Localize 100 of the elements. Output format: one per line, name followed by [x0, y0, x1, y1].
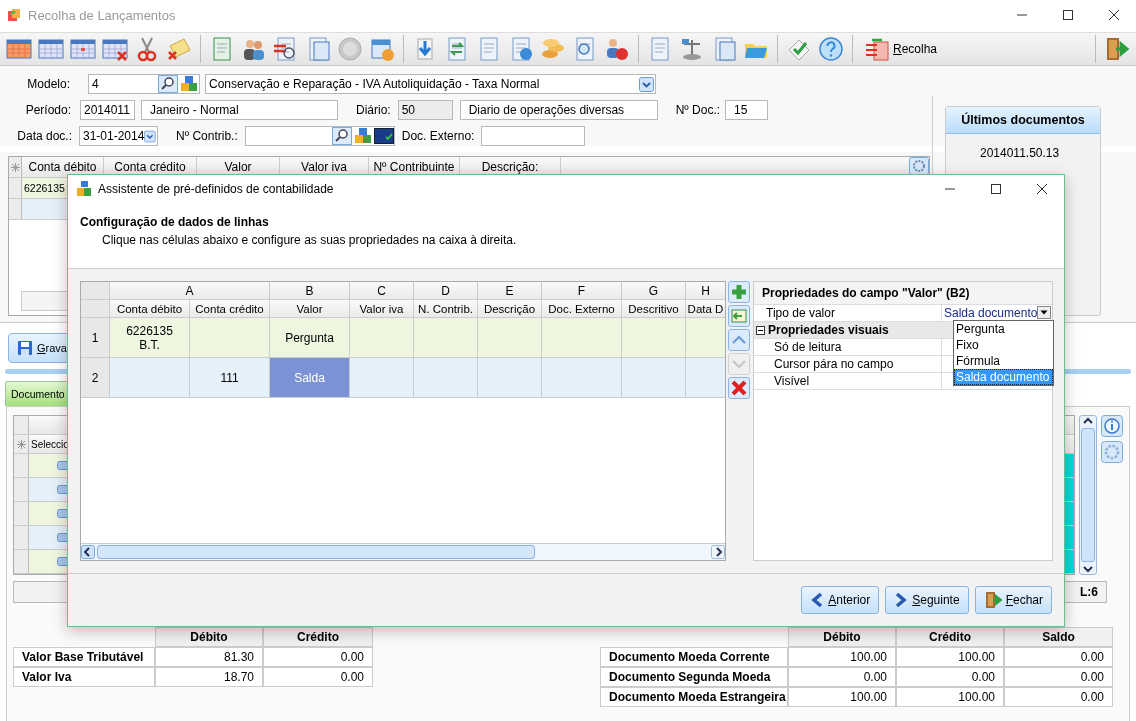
table-cell[interactable]: [414, 358, 478, 398]
column-header[interactable]: Doc. Externo: [542, 300, 622, 318]
back-button[interactable]: Anterior: [801, 586, 880, 614]
dropdown-option[interactable]: Pergunta: [954, 321, 1053, 337]
column-letter[interactable]: A: [110, 282, 270, 300]
help-icon[interactable]: [818, 36, 844, 62]
next-button[interactable]: Seguinte: [885, 586, 969, 614]
table-delete-icon[interactable]: [102, 36, 128, 62]
table-cell[interactable]: [542, 358, 622, 398]
column-header[interactable]: Data D: [686, 300, 725, 318]
value-type-dropdown[interactable]: Salda documento: [942, 305, 1052, 321]
column-header[interactable]: Descritivo: [622, 300, 686, 318]
column-letter[interactable]: C: [350, 282, 414, 300]
dropdown-icon[interactable]: [144, 128, 156, 144]
row-label: Documento Moeda Corrente: [600, 647, 788, 667]
vertical-scrollbar[interactable]: [1079, 415, 1097, 575]
period-field[interactable]: 2014011: [80, 100, 135, 120]
move-up-icon[interactable]: [728, 329, 750, 351]
close-button[interactable]: Fechar: [974, 586, 1052, 614]
arrow-left-icon: [810, 592, 825, 608]
column-letter[interactable]: H: [686, 282, 725, 300]
column-letter[interactable]: B: [270, 282, 350, 300]
document-number-field[interactable]: 15: [725, 100, 769, 120]
table-cell: 18.70: [155, 667, 263, 687]
delete-icon[interactable]: [728, 377, 750, 399]
row-label: Documento Segunda Moeda: [600, 667, 788, 687]
app-icon: [6, 7, 22, 23]
row-label: Valor Base Tributável: [13, 647, 155, 667]
settings-icon[interactable]: [1101, 441, 1123, 463]
cubes-icon: [76, 181, 92, 197]
column-header[interactable]: Valor iva: [350, 300, 414, 318]
exit-door-icon[interactable]: [1104, 36, 1130, 62]
column-header[interactable]: Conta débito: [110, 300, 190, 318]
info-icon[interactable]: [1101, 415, 1123, 437]
model-description-field[interactable]: Conservação e Reparação - IVA Autoliquidação - Taxa Normal: [205, 74, 656, 94]
arrow-right-icon[interactable]: [711, 545, 725, 559]
dropdown-icon[interactable]: [1037, 306, 1051, 319]
field-label: Data doc.:: [16, 129, 72, 143]
table-cell[interactable]: [110, 358, 190, 398]
arrow-down-icon[interactable]: [1081, 564, 1096, 574]
column-header[interactable]: N. Contrib.: [414, 300, 478, 318]
line-count: L:6: [1080, 585, 1098, 599]
horizontal-scrollbar[interactable]: [81, 543, 725, 560]
column-header[interactable]: Seleccio: [29, 438, 69, 450]
column-header[interactable]: Conta crédito: [190, 300, 270, 318]
flag-icon[interactable]: [373, 127, 394, 145]
table-cell[interactable]: [350, 358, 414, 398]
header-corner: [81, 282, 110, 300]
table-cell: 81.30: [155, 647, 263, 667]
close-icon[interactable]: [1036, 183, 1048, 195]
cubes-icon[interactable]: [179, 75, 199, 93]
row-label: Valor Iva: [13, 667, 155, 687]
table-icon[interactable]: [38, 36, 64, 62]
settings-icon[interactable]: [909, 157, 929, 175]
calendar-icon[interactable]: [369, 36, 395, 62]
recolha-button[interactable]: Recolha: [861, 36, 942, 62]
table-cell[interactable]: [478, 358, 542, 398]
table-icon[interactable]: [70, 36, 96, 62]
column-letter[interactable]: E: [478, 282, 542, 300]
collapse-icon[interactable]: [756, 325, 765, 335]
date-field[interactable]: 31-01-2014: [79, 126, 158, 146]
row-label: Documento Moeda Estrangeira: [600, 687, 788, 707]
table-cell: 100.00: [788, 647, 896, 667]
dropdown-option[interactable]: Fixo: [954, 337, 1053, 353]
dropdown-icon[interactable]: [639, 76, 654, 92]
external-document-field[interactable]: [481, 126, 586, 146]
column-letter[interactable]: D: [414, 282, 478, 300]
model-field[interactable]: 4: [88, 74, 200, 94]
table-cell: 0.00: [263, 667, 373, 687]
period-description-field: Janeiro - Normal: [141, 100, 338, 120]
add-icon[interactable]: [728, 281, 750, 303]
arrow-right-icon: [894, 592, 909, 608]
cubes-icon[interactable]: [352, 127, 373, 145]
column-letter[interactable]: F: [542, 282, 622, 300]
search-icon[interactable]: [158, 75, 178, 93]
coin-icon[interactable]: [337, 36, 363, 62]
arrow-left-icon[interactable]: [81, 545, 95, 559]
recent-document-item[interactable]: 2014011.50.13: [946, 134, 1100, 160]
column-header[interactable]: Valor: [270, 300, 350, 318]
section-heading: Configuração de dados de linhas: [80, 215, 270, 229]
people-coin-icon[interactable]: [604, 36, 630, 62]
field-label: Nº Doc.:: [675, 103, 721, 117]
table-cell: 0.00: [263, 647, 373, 667]
search-icon[interactable]: [331, 127, 352, 145]
dropdown-option[interactable]: Fórmula: [954, 353, 1053, 369]
property-label: Só de leitura: [754, 339, 942, 355]
column-header[interactable]: Descrição: [478, 300, 542, 318]
column-letter[interactable]: G: [622, 282, 686, 300]
close-icon[interactable]: [1108, 9, 1120, 21]
maximize-icon[interactable]: [1062, 9, 1074, 21]
window-title: Recolha de Lançamentos: [28, 7, 176, 23]
note-icon[interactable]: [166, 36, 192, 62]
instruction-text: Clique nas células abaixo e configure as suas propriedades na caixa à direita.: [102, 233, 518, 247]
insert-row-icon[interactable]: [728, 305, 750, 327]
field-label: Modelo:: [26, 77, 70, 91]
property-label: Visível: [754, 373, 942, 389]
table-cell[interactable]: [622, 358, 686, 398]
taxpayer-number-field[interactable]: [244, 126, 395, 146]
maximize-icon[interactable]: [990, 183, 1002, 195]
table-icon[interactable]: [6, 36, 32, 62]
